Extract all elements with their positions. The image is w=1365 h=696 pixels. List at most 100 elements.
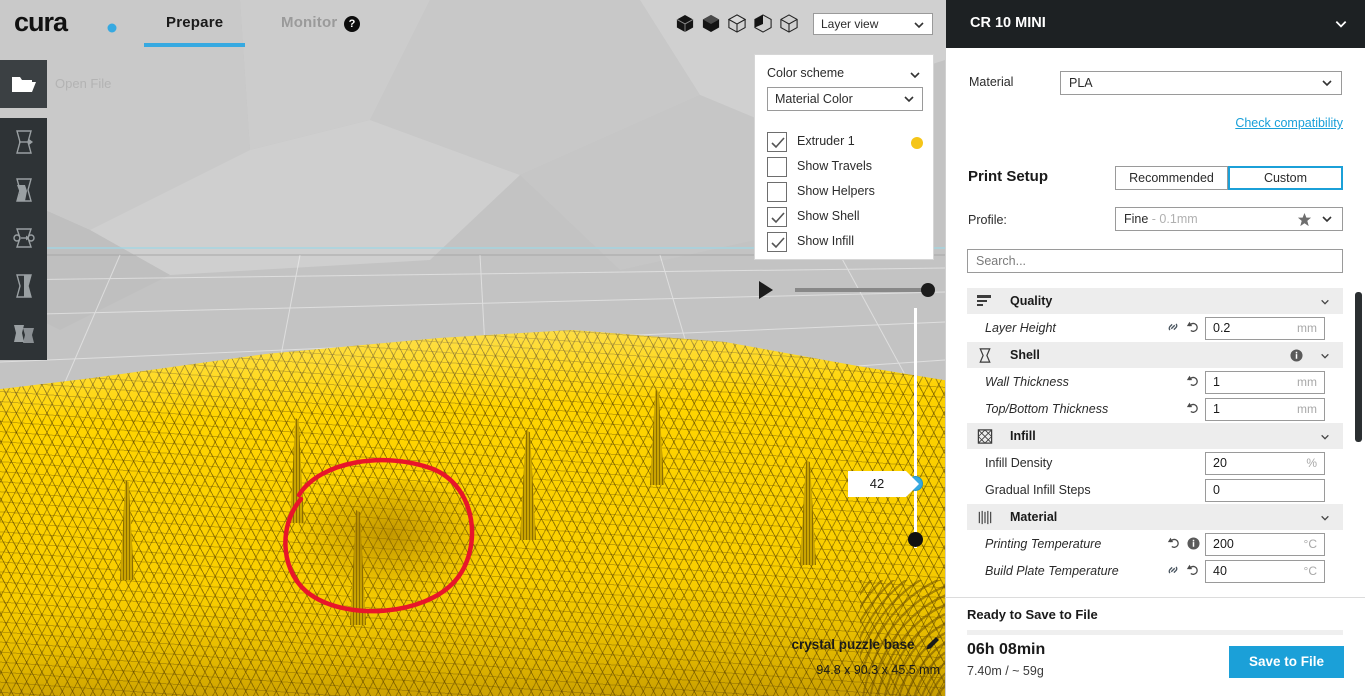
checkbox-label: Extruder 1 [797, 134, 855, 148]
per-model-settings-tool[interactable] [0, 310, 47, 358]
3d-viewport[interactable]: cura Prepare Monitor ? Layer view Open F… [0, 0, 945, 696]
folder-open-icon [11, 77, 36, 92]
category-label: Shell [1010, 348, 1040, 362]
checkbox-show-helpers[interactable] [767, 182, 787, 202]
revert-icon[interactable] [1186, 401, 1200, 415]
checkbox-row-extruder-1[interactable]: Extruder 1 [767, 130, 923, 155]
extruder-color-swatch [911, 137, 923, 149]
setting-row-gradual-infill-steps[interactable]: Gradual Infill Steps 0 [967, 477, 1343, 504]
setting-value-input[interactable]: 200 °C [1205, 533, 1325, 556]
red-annotation-circle [283, 457, 475, 614]
save-to-file-button[interactable]: Save to File [1229, 646, 1344, 678]
setting-row-wall-thickness[interactable]: Wall Thickness 1 mm [967, 369, 1343, 396]
settings-category-material[interactable]: Material [967, 504, 1343, 531]
checkbox-label: Show Helpers [797, 184, 875, 198]
compatibility-view-icon[interactable] [754, 14, 772, 33]
simulation-slider-handle[interactable] [921, 283, 935, 297]
move-tool[interactable] [0, 118, 47, 166]
setting-label: Layer Height [985, 321, 1056, 335]
setting-value-input[interactable]: 0 [1205, 479, 1325, 502]
link-icon[interactable] [1166, 563, 1180, 577]
profile-sublabel: - 0.1mm [1148, 212, 1198, 226]
chevron-down-icon [910, 72, 920, 79]
simulation-slider[interactable] [795, 283, 935, 297]
setting-value-input[interactable]: 0.2 mm [1205, 317, 1325, 340]
checkbox-label: Show Shell [797, 209, 860, 223]
settings-search-input[interactable]: Search... [967, 249, 1343, 273]
rotate-tool[interactable] [0, 214, 47, 262]
checkbox-show-infill[interactable] [767, 232, 787, 252]
setting-row-infill-density[interactable]: Infill Density 20 % [967, 450, 1343, 477]
checkbox-extruder-1[interactable] [767, 132, 787, 152]
mirror-tool[interactable] [0, 262, 47, 310]
checkbox-row-show-infill[interactable]: Show Infill [767, 230, 923, 255]
xray-view-icon[interactable] [702, 14, 720, 33]
status-divider [945, 597, 1365, 598]
link-icon[interactable] [1166, 320, 1180, 334]
material-select[interactable]: PLA [1060, 71, 1342, 95]
setting-label: Infill Density [985, 456, 1053, 470]
print-setup-title: Print Setup [968, 168, 1049, 185]
setting-row-top-bottom-thickness[interactable]: Top/Bottom Thickness 1 mm [967, 396, 1343, 423]
info-icon[interactable] [1187, 536, 1200, 550]
layer-slider[interactable] [908, 308, 938, 556]
mode-recommended-button[interactable]: Recommended [1115, 166, 1228, 190]
revert-icon[interactable] [1167, 536, 1181, 550]
setting-value-input[interactable]: 40 °C [1205, 560, 1325, 583]
simulation-slider-track [795, 288, 927, 292]
setting-row-build-plate-temperature[interactable]: Build Plate Temperature 40 °C [967, 558, 1343, 585]
per-model-settings-icon [13, 325, 34, 343]
layer-number-tooltip: 42 [848, 471, 919, 497]
settings-scrollbar[interactable] [1355, 292, 1362, 442]
simulation-view-icon[interactable] [780, 14, 798, 33]
layer-number-value: 42 [869, 476, 885, 491]
revert-icon[interactable] [1186, 320, 1200, 334]
setting-value-input[interactable]: 1 mm [1205, 398, 1325, 421]
settings-category-infill[interactable]: Infill [967, 423, 1343, 450]
setting-value-input[interactable]: 20 % [1205, 452, 1325, 475]
view-mode-select[interactable]: Layer view [813, 13, 933, 35]
star-icon[interactable] [1297, 212, 1312, 227]
print-time-estimate: 06h 08min [967, 641, 1046, 658]
mode-custom-button[interactable]: Custom [1228, 166, 1343, 190]
settings-list[interactable]: Quality Layer Height 0.2 mm Shell Wall T… [967, 288, 1357, 586]
play-button[interactable] [757, 280, 775, 300]
setting-row-layer-height[interactable]: Layer Height 0.2 mm [967, 315, 1343, 342]
info-icon[interactable] [1290, 349, 1303, 362]
profile-select[interactable]: Fine - 0.1mm [1115, 207, 1343, 231]
rotate-tool-icon [12, 228, 35, 248]
chevron-down-icon [1321, 353, 1329, 359]
layer-view-icon[interactable] [728, 14, 746, 33]
checkbox-show-travels[interactable] [767, 157, 787, 177]
category-label: Material [1010, 510, 1058, 524]
printer-selector-bar[interactable]: CR 10 MINI [946, 0, 1365, 48]
pencil-icon[interactable] [925, 636, 940, 651]
chevron-down-icon [1322, 80, 1332, 87]
checkbox-label: Show Infill [797, 234, 854, 248]
settings-category-shell[interactable]: Shell [967, 342, 1343, 369]
color-scheme-header[interactable]: Color scheme [767, 66, 921, 80]
setting-row-printing-temperature[interactable]: Printing Temperature 200 °C [967, 531, 1343, 558]
revert-icon[interactable] [1186, 374, 1200, 388]
scale-tool[interactable] [0, 166, 47, 214]
layer-slider-lower-handle[interactable] [908, 532, 923, 547]
setting-icons [1186, 401, 1200, 415]
checkbox-row-show-travels[interactable]: Show Travels [767, 155, 923, 180]
setting-value: 20 [1213, 456, 1227, 470]
checkbox-show-shell[interactable] [767, 207, 787, 227]
setting-value-input[interactable]: 1 mm [1205, 371, 1325, 394]
setting-label: Top/Bottom Thickness [985, 402, 1109, 416]
open-file-button[interactable] [0, 60, 47, 108]
color-scheme-value: Material Color [775, 92, 853, 106]
setting-label: Printing Temperature [985, 537, 1102, 551]
setting-unit: mm [1297, 402, 1317, 416]
settings-category-quality[interactable]: Quality [967, 288, 1343, 315]
revert-icon[interactable] [1186, 563, 1200, 577]
checkbox-row-show-shell[interactable]: Show Shell [767, 205, 923, 230]
check-compatibility-link[interactable]: Check compatibility [1229, 116, 1343, 130]
checkbox-row-show-helpers[interactable]: Show Helpers [767, 180, 923, 205]
setting-value: 40 [1213, 564, 1227, 578]
print-progress-bar [967, 630, 1343, 635]
color-scheme-select[interactable]: Material Color [767, 87, 923, 111]
solid-view-icon[interactable] [676, 14, 694, 33]
